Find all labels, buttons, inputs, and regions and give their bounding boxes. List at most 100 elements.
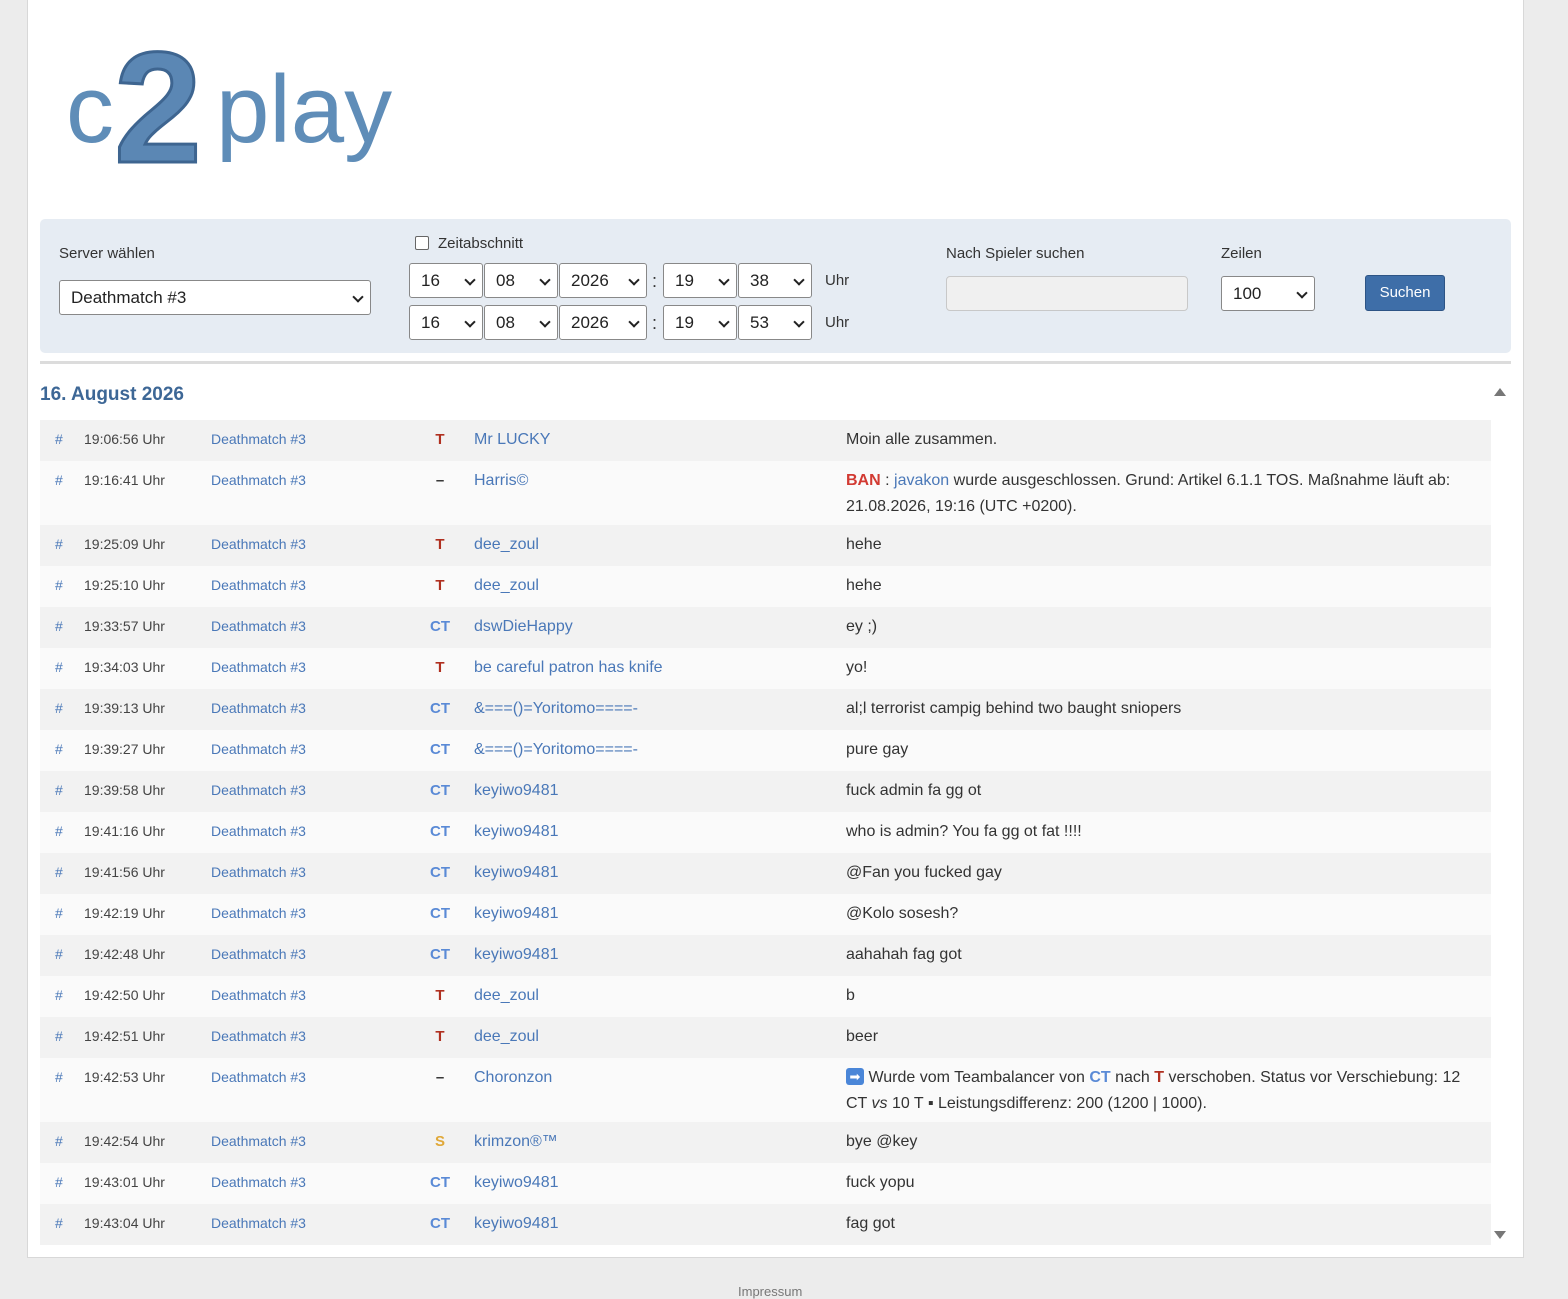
server-link[interactable]: Deathmatch #3: [211, 987, 306, 1003]
server-link[interactable]: Deathmatch #3: [211, 1215, 306, 1231]
from-month-select[interactable]: 08: [484, 263, 558, 298]
player-link[interactable]: keyiwo9481: [474, 823, 559, 841]
message-cell: beer: [846, 1024, 1476, 1050]
to-day-select[interactable]: 16: [409, 305, 483, 340]
player-search-label: Nach Spieler suchen: [946, 245, 1085, 262]
c2play-logo[interactable]: c2play c 2 play: [66, 34, 396, 174]
permalink-hash-link[interactable]: #: [55, 618, 63, 634]
player-link[interactable]: dswDieHappy: [474, 618, 573, 636]
server-link[interactable]: Deathmatch #3: [211, 1174, 306, 1190]
permalink-hash-link[interactable]: #: [55, 864, 63, 880]
server-link[interactable]: Deathmatch #3: [211, 905, 306, 921]
from-hour-select[interactable]: 19: [663, 263, 737, 298]
to-minute-select[interactable]: 53: [738, 305, 812, 340]
chevron-down-icon: [628, 274, 640, 286]
ban-separator: :: [885, 472, 890, 489]
player-link[interactable]: keyiwo9481: [474, 782, 559, 800]
player-link[interactable]: dee_zoul: [474, 987, 539, 1005]
to-year-select[interactable]: 2026: [559, 305, 647, 340]
player-link[interactable]: dee_zoul: [474, 1028, 539, 1046]
to-hour-select[interactable]: 19: [663, 305, 737, 340]
message-cell: ➡ Wurde vom Teambalancer von CT nach T v…: [846, 1065, 1476, 1117]
player-link[interactable]: dee_zoul: [474, 536, 539, 554]
player-link[interactable]: &===()=Yoritomo====-: [474, 741, 638, 759]
player-link[interactable]: krimzon®™: [474, 1133, 558, 1151]
permalink-hash-link[interactable]: #: [55, 1215, 63, 1231]
permalink-hash-link[interactable]: #: [55, 823, 63, 839]
from-unit-label: Uhr: [825, 272, 850, 289]
team-badge: T: [435, 987, 445, 1004]
server-link[interactable]: Deathmatch #3: [211, 823, 306, 839]
rows-select[interactable]: 100: [1221, 276, 1315, 311]
time-separator: :: [652, 313, 658, 333]
player-link[interactable]: keyiwo9481: [474, 946, 559, 964]
table-row: #19:41:16 Uhr Deathmatch #3 CT keyiwo9481 wh…: [40, 812, 1491, 853]
permalink-hash-link[interactable]: #: [55, 905, 63, 921]
zeitabschnitt-checkbox[interactable]: [415, 236, 429, 250]
rows-select-value: 100: [1233, 284, 1262, 303]
permalink-hash-link[interactable]: #: [55, 700, 63, 716]
message-time: 19:25:09 Uhr: [84, 536, 165, 552]
table-row: #19:43:04 Uhr Deathmatch #3 CT keyiwo9481 fa…: [40, 1204, 1491, 1245]
permalink-hash-link[interactable]: #: [55, 431, 63, 447]
from-day-select[interactable]: 16: [409, 263, 483, 298]
permalink-hash-link[interactable]: #: [55, 782, 63, 798]
from-minute-select[interactable]: 38: [738, 263, 812, 298]
scroll-up-arrow-icon[interactable]: [1494, 388, 1506, 396]
player-link[interactable]: Harris©: [474, 472, 528, 490]
permalink-hash-link[interactable]: #: [55, 1028, 63, 1044]
permalink-hash-link[interactable]: #: [55, 1174, 63, 1190]
from-year-select[interactable]: 2026: [559, 263, 647, 298]
server-link[interactable]: Deathmatch #3: [211, 700, 306, 716]
permalink-hash-link[interactable]: #: [55, 946, 63, 962]
player-link[interactable]: Choronzon: [474, 1069, 552, 1087]
scroll-down-arrow-icon[interactable]: [1494, 1231, 1506, 1239]
player-link[interactable]: keyiwo9481: [474, 1215, 559, 1233]
player-link[interactable]: keyiwo9481: [474, 864, 559, 882]
server-select[interactable]: Deathmatch #3: [59, 280, 371, 315]
permalink-hash-link[interactable]: #: [55, 472, 63, 488]
server-link[interactable]: Deathmatch #3: [211, 618, 306, 634]
server-link[interactable]: Deathmatch #3: [211, 577, 306, 593]
message-text: fag got: [846, 1215, 895, 1232]
permalink-hash-link[interactable]: #: [55, 1133, 63, 1149]
permalink-hash-link[interactable]: #: [55, 741, 63, 757]
permalink-hash-link[interactable]: #: [55, 987, 63, 1003]
player-link[interactable]: Mr LUCKY: [474, 431, 550, 449]
permalink-hash-link[interactable]: #: [55, 536, 63, 552]
player-search-input[interactable]: [946, 276, 1188, 311]
server-link[interactable]: Deathmatch #3: [211, 472, 306, 488]
server-link[interactable]: Deathmatch #3: [211, 946, 306, 962]
ban-target-link[interactable]: javakon: [894, 472, 949, 489]
team-badge: T: [435, 536, 445, 553]
search-button[interactable]: Suchen: [1365, 275, 1445, 311]
server-link[interactable]: Deathmatch #3: [211, 741, 306, 757]
from-hour-value: 19: [675, 271, 694, 290]
server-link[interactable]: Deathmatch #3: [211, 1028, 306, 1044]
server-link[interactable]: Deathmatch #3: [211, 1069, 306, 1085]
message-time: 19:39:58 Uhr: [84, 782, 165, 798]
player-link[interactable]: &===()=Yoritomo====-: [474, 700, 638, 718]
player-link[interactable]: keyiwo9481: [474, 905, 559, 923]
permalink-hash-link[interactable]: #: [55, 659, 63, 675]
to-month-select[interactable]: 08: [484, 305, 558, 340]
table-row: #19:25:10 Uhr Deathmatch #3 Tdee_zoul hehe: [40, 566, 1491, 607]
server-link[interactable]: Deathmatch #3: [211, 782, 306, 798]
server-link[interactable]: Deathmatch #3: [211, 1133, 306, 1149]
permalink-hash-link[interactable]: #: [55, 577, 63, 593]
permalink-hash-link[interactable]: #: [55, 1069, 63, 1085]
player-link[interactable]: dee_zoul: [474, 577, 539, 595]
player-link[interactable]: keyiwo9481: [474, 1174, 559, 1192]
message-time: 19:34:03 Uhr: [84, 659, 165, 675]
server-link[interactable]: Deathmatch #3: [211, 536, 306, 552]
server-link[interactable]: Deathmatch #3: [211, 864, 306, 880]
server-link[interactable]: Deathmatch #3: [211, 659, 306, 675]
server-link[interactable]: Deathmatch #3: [211, 431, 306, 447]
message-cell: fuck admin fa gg ot: [846, 778, 1476, 804]
team-badge: CT: [430, 946, 450, 963]
player-link[interactable]: be careful patron has knife: [474, 659, 663, 677]
impressum-link[interactable]: Impressum: [738, 1284, 802, 1299]
message-text: al;l terrorist campig behind two baught …: [846, 700, 1182, 717]
message-text: fuck admin fa gg ot: [846, 782, 982, 799]
zeitabschnitt-label[interactable]: Zeitabschnitt: [438, 235, 523, 252]
